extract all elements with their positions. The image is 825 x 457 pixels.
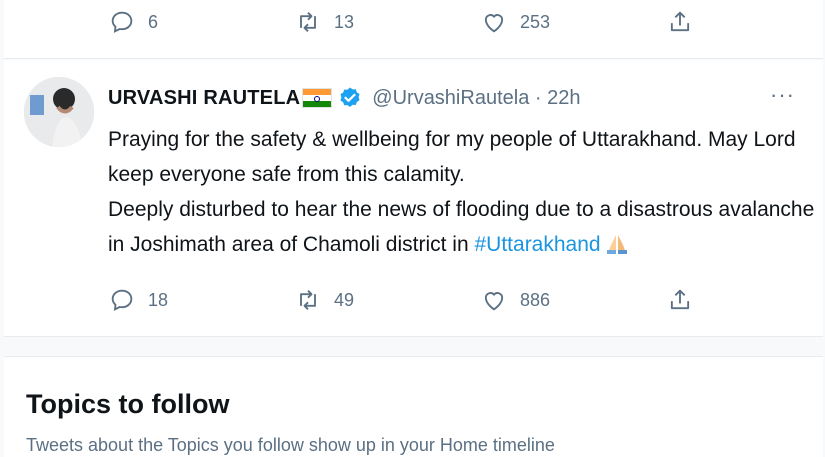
avatar[interactable] bbox=[24, 77, 94, 147]
like-button[interactable]: 253 bbox=[480, 8, 666, 36]
tweet-text-line: Praying for the safety & wellbeing for m… bbox=[108, 128, 796, 151]
previous-tweet-action-bar: 6 13 253 bbox=[108, 8, 694, 36]
retweet-button[interactable]: 49 bbox=[294, 286, 480, 314]
verified-icon bbox=[340, 87, 360, 107]
like-icon bbox=[484, 14, 504, 33]
share-button[interactable] bbox=[666, 286, 694, 314]
topics-to-follow-panel: Topics to follow Tweets about the Topics… bbox=[4, 356, 823, 457]
retweet-count: 49 bbox=[334, 289, 355, 310]
india-flag-icon bbox=[302, 88, 333, 108]
avatar-photo bbox=[24, 77, 94, 147]
tweet-text-line: in Joshimath area of Chamoli district in… bbox=[108, 227, 808, 262]
tweet-text: Praying for the safety & wellbeing for m… bbox=[108, 122, 815, 262]
display-name[interactable]: URVASHI RAUTELA bbox=[108, 87, 300, 110]
reply-count: 6 bbox=[148, 11, 159, 32]
retweet-icon bbox=[300, 12, 316, 32]
more-icon[interactable]: ··· bbox=[770, 82, 795, 108]
reply-count: 18 bbox=[148, 289, 169, 310]
tweet-text-line: Deeply disturbed to hear the news of flo… bbox=[108, 198, 815, 221]
hashtag-link[interactable]: #Uttarakhand bbox=[475, 233, 601, 256]
tweet-action-bar: 18 49 886 bbox=[108, 286, 694, 314]
share-icon bbox=[670, 289, 690, 310]
previous-tweet-actions: 6 13 253 bbox=[4, 0, 823, 59]
reply-button[interactable]: 6 bbox=[108, 8, 294, 36]
tweet-text-line-prefix: in Joshimath area of Chamoli district in bbox=[108, 233, 475, 256]
share-button[interactable] bbox=[666, 8, 694, 36]
like-count: 253 bbox=[520, 11, 551, 32]
folded-hands-icon bbox=[606, 235, 627, 254]
reply-icon bbox=[111, 11, 133, 33]
like-icon bbox=[484, 292, 504, 311]
reply-button[interactable]: 18 bbox=[108, 286, 294, 314]
tweet[interactable]: URVASHI RAUTELA @UrvashiRautela · 22h ··… bbox=[4, 60, 823, 337]
retweet-button[interactable]: 13 bbox=[294, 8, 480, 36]
retweet-count: 13 bbox=[334, 11, 355, 32]
tweet-header: URVASHI RAUTELA @UrvashiRautela · 22h ··… bbox=[108, 82, 803, 114]
tweet-text-line: keep everyone safe from this calamity. bbox=[108, 163, 465, 186]
topics-title: Topics to follow bbox=[26, 389, 230, 419]
like-count: 886 bbox=[520, 289, 551, 310]
reply-icon bbox=[111, 289, 133, 311]
like-button[interactable]: 886 bbox=[480, 286, 666, 314]
handle-and-time[interactable]: @UrvashiRautela · 22h bbox=[372, 87, 580, 110]
retweet-icon bbox=[300, 290, 316, 310]
share-icon bbox=[670, 11, 690, 32]
topics-subtitle: Tweets about the Topics you follow show … bbox=[26, 435, 555, 455]
